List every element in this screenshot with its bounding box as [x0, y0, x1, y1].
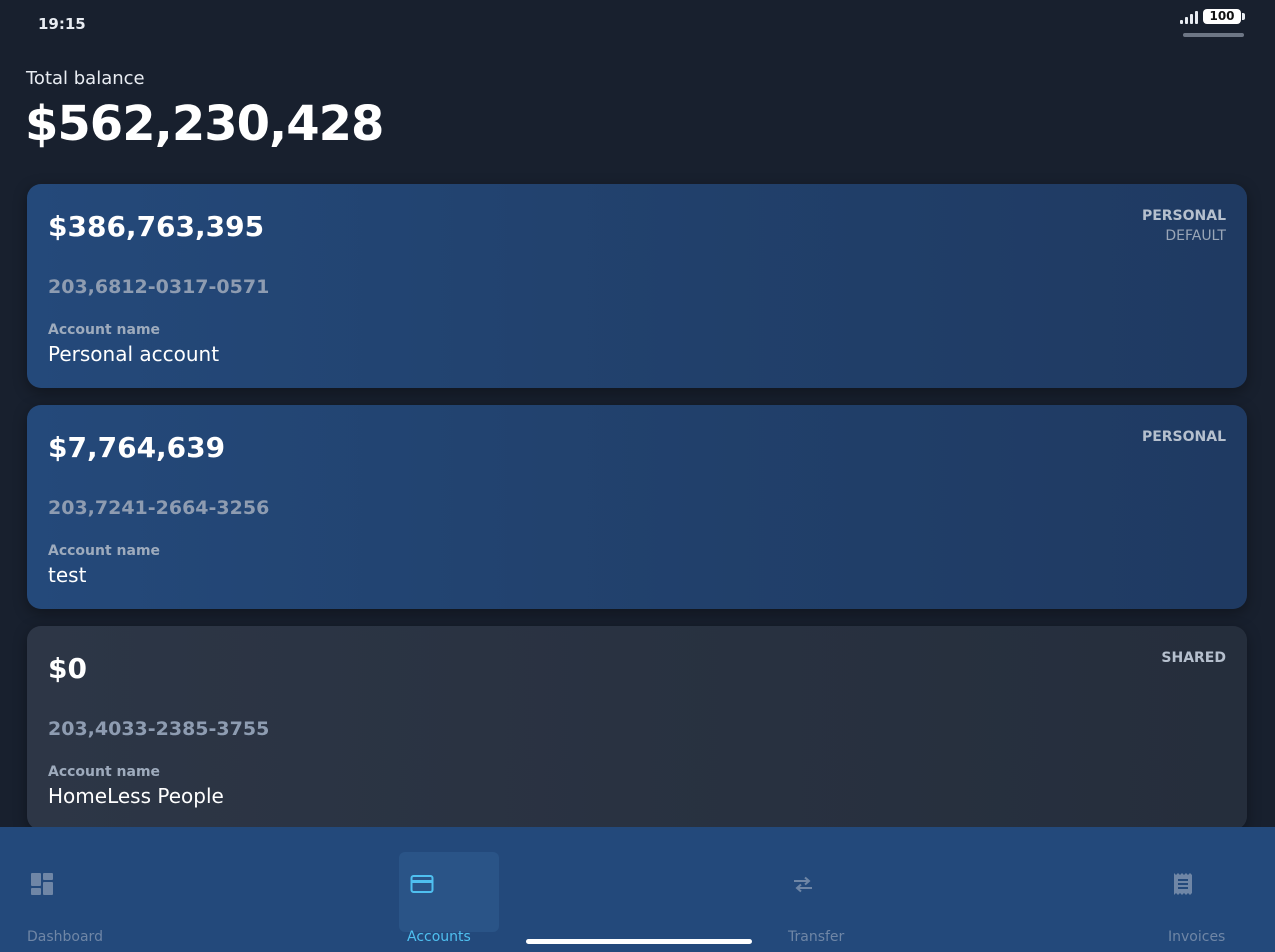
nav-label-invoices: Invoices — [1168, 929, 1226, 945]
battery-icon: 100 — [1203, 9, 1241, 24]
signal-icon — [1180, 11, 1200, 24]
transfer-arrows-icon — [794, 876, 812, 893]
account-name-label: Account name — [48, 322, 161, 338]
account-name: HomeLess People — [48, 784, 224, 808]
nav-item-transfer[interactable]: Transfer — [780, 852, 880, 945]
account-default-badge: DEFAULT — [1165, 228, 1226, 244]
account-number: 203,6812-0317-0571 — [48, 276, 270, 298]
status-bar: 19:15 100 — [0, 0, 1275, 44]
account-card-shared[interactable]: $0 SHARED 203,4033-2385-3755 Account nam… — [27, 626, 1247, 830]
nav-item-invoices[interactable]: Invoices — [1160, 852, 1260, 945]
account-card-personal-default[interactable]: $386,763,395 PERSONAL DEFAULT 203,6812-0… — [27, 184, 1247, 388]
account-type-badge: PERSONAL — [1141, 429, 1226, 445]
account-number: 203,4033-2385-3755 — [48, 718, 270, 740]
account-balance: $7,764,639 — [48, 431, 226, 464]
battery-tip — [1242, 13, 1245, 20]
nav-item-accounts[interactable]: Accounts — [399, 852, 499, 945]
nav-label-transfer: Transfer — [788, 929, 845, 945]
account-number: 203,7241-2664-3256 — [48, 497, 270, 519]
nav-item-dashboard[interactable]: Dashboard — [0, 852, 103, 945]
nav-label-accounts: Accounts — [407, 929, 471, 945]
account-name-label: Account name — [48, 543, 161, 559]
nav-label-dashboard: Dashboard — [27, 929, 103, 945]
account-name-label: Account name — [48, 764, 161, 780]
dashboard-icon — [31, 873, 53, 895]
total-balance-value: $562,230,428 — [25, 96, 384, 152]
account-type-badge: PERSONAL — [1141, 208, 1226, 224]
account-balance: $386,763,395 — [48, 210, 265, 243]
multitask-handle[interactable] — [1183, 33, 1244, 37]
home-indicator[interactable] — [526, 939, 752, 944]
account-type-badge: SHARED — [1161, 650, 1226, 666]
credit-card-icon — [410, 875, 434, 893]
account-balance: $0 — [48, 652, 87, 685]
account-name: test — [48, 563, 87, 587]
total-balance-label: Total balance — [26, 68, 145, 89]
invoice-icon — [1174, 873, 1192, 895]
bottom-nav: Dashboard Accounts Transfer Invoices — [0, 827, 1275, 952]
account-card-personal[interactable]: $7,764,639 PERSONAL 203,7241-2664-3256 A… — [27, 405, 1247, 609]
account-name: Personal account — [48, 342, 220, 366]
status-time: 19:15 — [38, 15, 86, 33]
